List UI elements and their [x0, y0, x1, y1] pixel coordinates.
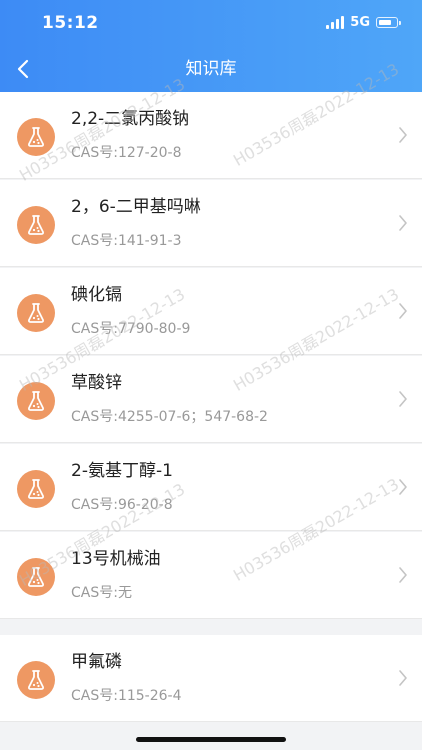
item-name: 2-氨基丁醇-1 — [71, 461, 173, 481]
chevron-right-icon — [399, 670, 407, 686]
page-title: 知识库 — [185, 59, 237, 79]
chevron-right-icon — [399, 479, 407, 495]
item-cas: CAS号:141-91-3 — [71, 233, 182, 249]
flask-icon — [17, 661, 55, 699]
flask-icon — [17, 118, 55, 156]
item-cas: CAS号:115-26-4 — [71, 688, 182, 704]
list-item[interactable]: 2,2-二氯丙酸钠 CAS号:127-20-8 — [0, 92, 422, 179]
knowledge-list: 2,2-二氯丙酸钠 CAS号:127-20-8 2，6-二甲基吗啉 CAS号:141-… — [0, 92, 422, 750]
item-cas: CAS号:7790-80-9 — [71, 321, 191, 337]
chevron-right-icon — [399, 303, 407, 319]
list-item[interactable]: 草酸锌 CAS号:4255-07-6；547-68-2 — [0, 356, 422, 443]
flask-icon — [17, 558, 55, 596]
list-item[interactable]: 13号机械油 CAS号:无 — [0, 532, 422, 619]
item-name: 13号机械油 — [71, 549, 161, 569]
status-bar: 15:12 5G — [0, 0, 422, 46]
item-name: 甲氟磷 — [71, 652, 122, 672]
item-cas: CAS号:96-20-8 — [71, 497, 173, 513]
chevron-right-icon — [399, 215, 407, 231]
chevron-right-icon — [399, 567, 407, 583]
item-cas: CAS号:无 — [71, 585, 132, 601]
app-header: 15:12 5G 知识库 — [0, 0, 422, 92]
chevron-right-icon — [399, 127, 407, 143]
flask-icon — [17, 470, 55, 508]
item-name: 草酸锌 — [71, 373, 122, 393]
battery-level — [378, 19, 391, 25]
chevron-right-icon — [399, 391, 407, 407]
list-item[interactable]: 2，6-二甲基吗啉 CAS号:141-91-3 — [0, 180, 422, 267]
network-type: 5G — [350, 15, 370, 30]
navbar: 知识库 — [0, 46, 422, 92]
flask-icon — [17, 382, 55, 420]
list-item[interactable]: 碘化镉 CAS号:7790-80-9 — [0, 268, 422, 355]
item-name: 2,2-二氯丙酸钠 — [71, 109, 190, 129]
signal-icon — [326, 16, 345, 29]
list-item[interactable]: 甲氟磷 CAS号:115-26-4 — [0, 635, 422, 722]
battery-icon — [376, 17, 401, 28]
item-cas: CAS号:4255-07-6；547-68-2 — [71, 409, 268, 425]
flask-icon — [17, 294, 55, 332]
flask-icon — [17, 206, 55, 244]
item-cas: CAS号:127-20-8 — [71, 145, 182, 161]
list-item[interactable]: 2-氨基丁醇-1 CAS号:96-20-8 — [0, 444, 422, 531]
status-time: 15:12 — [42, 13, 99, 33]
item-name: 碘化镉 — [71, 285, 122, 305]
item-name: 2，6-二甲基吗啉 — [71, 197, 201, 217]
home-indicator[interactable] — [136, 737, 286, 742]
status-indicators: 5G — [326, 15, 401, 30]
